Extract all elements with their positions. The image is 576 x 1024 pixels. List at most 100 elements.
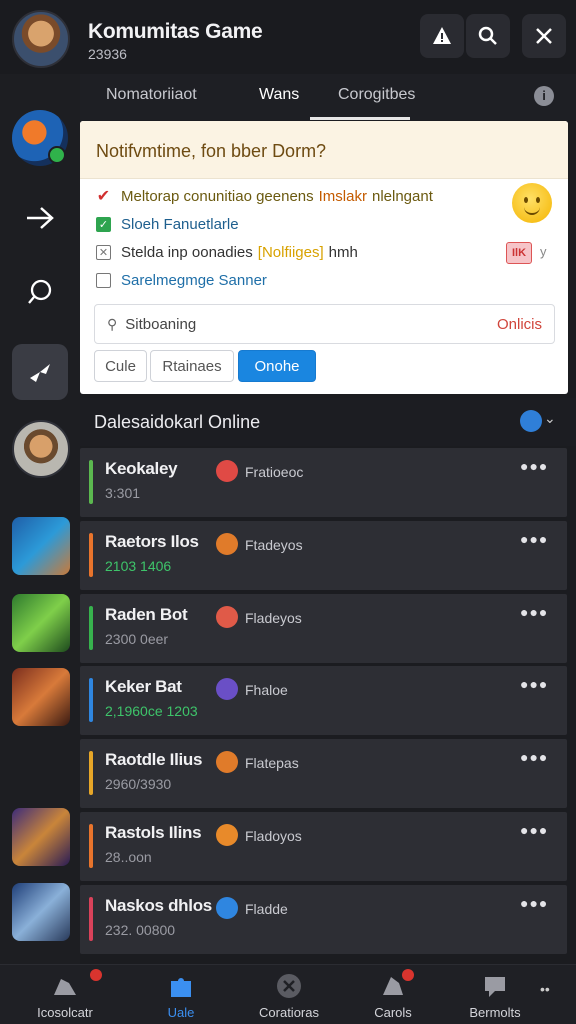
player-name: Raetors Ilos xyxy=(105,532,199,551)
badge-aside: y xyxy=(540,244,547,259)
player-avatar[interactable] xyxy=(12,420,70,478)
tab-notifications[interactable]: Nomatoriiaot xyxy=(106,86,197,104)
search-icon xyxy=(478,26,497,45)
badge: IlK xyxy=(506,242,532,264)
nav-item-bermolts[interactable]: Bermolts xyxy=(440,965,550,1024)
option-label: Stelda inp oonadies xyxy=(121,243,253,261)
rail-games-button[interactable] xyxy=(12,344,68,400)
tab-categories[interactable]: Corogitbes xyxy=(338,86,415,104)
rail-chat-button[interactable] xyxy=(12,264,68,320)
status-bar xyxy=(89,533,93,577)
info-icon[interactable]: i xyxy=(534,86,554,106)
online-indicator xyxy=(48,146,66,164)
player-name: Keker Bat xyxy=(105,677,182,696)
search-field[interactable]: ⚲ Sitboaning Onlicis xyxy=(94,304,555,344)
player-avatar[interactable] xyxy=(12,883,70,941)
more-icon[interactable]: ●●● xyxy=(520,458,548,474)
plane-icon xyxy=(30,364,50,382)
community-avatar[interactable] xyxy=(12,10,70,68)
rail-forward-button[interactable] xyxy=(12,190,68,246)
player-status: Fhaloe xyxy=(245,682,288,698)
more-icon[interactable]: ●●● xyxy=(520,895,548,911)
player-status: Fladde xyxy=(245,901,288,917)
status-icon xyxy=(216,751,238,773)
checkbox-mixed[interactable]: ✕ xyxy=(96,244,111,260)
option-sloeh[interactable]: ✓ Sloeh Fanuetlarle xyxy=(96,213,239,235)
player-status: Flatepas xyxy=(245,755,299,771)
status-icon xyxy=(216,533,238,555)
close-button[interactable] xyxy=(522,14,566,58)
notification-badge xyxy=(90,969,102,981)
status-icon xyxy=(216,824,238,846)
player-avatar[interactable] xyxy=(12,517,70,575)
status-bar xyxy=(89,751,93,795)
option-tail: hmh xyxy=(328,243,358,261)
smiley-icon xyxy=(512,183,552,223)
status-bar xyxy=(89,606,93,650)
close-icon xyxy=(536,28,552,44)
player-row[interactable]: Naskos dhlos 232. 00800 Fladde ●●● xyxy=(80,885,567,954)
option-community[interactable]: ✔ Meltorap conunitiao geenens Imslakr nl… xyxy=(96,185,433,207)
rail-game-avatar[interactable] xyxy=(12,110,68,166)
player-row[interactable]: Keker Bat 2,1960ce 1203 Fhaloe ●●● xyxy=(80,666,567,735)
player-meta: 3:301 xyxy=(105,485,141,501)
onohe-button[interactable]: Onohe xyxy=(238,350,316,382)
nav-item-home[interactable]: Icosolcatr xyxy=(10,965,120,1024)
option-label: Sarelmegmge Sanner xyxy=(121,271,267,289)
option-tail: nlelngant xyxy=(371,187,433,205)
globe-icon[interactable] xyxy=(520,410,542,432)
chat-icon xyxy=(485,977,505,997)
search-button[interactable] xyxy=(466,14,510,58)
nav-item-carols[interactable]: Carols xyxy=(338,965,448,1024)
more-dots-icon[interactable]: •• xyxy=(540,981,550,997)
player-avatar[interactable] xyxy=(12,594,70,652)
player-name: Naskos dhlos xyxy=(105,896,212,915)
tab-bar: Nomatoriiaot Wans Corogitbes i xyxy=(80,74,576,120)
rtainaes-button[interactable]: Rtainaes xyxy=(150,350,234,382)
nav-item-coratioras[interactable]: Coratioras xyxy=(234,965,344,1024)
option-highlight: [Nolfiiges] xyxy=(257,243,324,261)
checkbox-checked[interactable]: ✓ xyxy=(96,216,111,232)
more-icon[interactable]: ●●● xyxy=(520,531,548,547)
nav-label: Uale xyxy=(167,1005,195,1020)
more-icon[interactable]: ●●● xyxy=(520,676,548,692)
option-label: Sloeh Fanuetlarle xyxy=(121,215,239,233)
arrow-right-icon xyxy=(27,207,54,229)
field-action[interactable]: Onlicis xyxy=(497,316,542,333)
player-status: Fratioeoc xyxy=(245,464,304,480)
status-bar xyxy=(89,897,93,941)
active-tab-indicator xyxy=(310,117,410,120)
panel-header: Notifvmtime, fon bber Dorm? xyxy=(80,121,568,179)
nav-label: Icosolcatr xyxy=(37,1005,93,1020)
more-icon[interactable]: ●●● xyxy=(520,604,548,620)
nav-label: Bermolts xyxy=(469,1005,521,1020)
pin-icon: ⚲ xyxy=(107,315,118,332)
player-row[interactable]: Rastols Ilins 28..oon Fladoyos ●●● xyxy=(80,812,567,881)
check-icon[interactable]: ✔ xyxy=(96,188,111,205)
page-title: Komumitas Game xyxy=(88,20,263,43)
checkbox-empty[interactable] xyxy=(96,272,111,288)
option-stelda[interactable]: ✕ Stelda inp oonadies [Nolfiiges] hmh xyxy=(96,241,358,263)
option-sarelmegmge[interactable]: Sarelmegmge Sanner xyxy=(96,269,267,291)
player-row[interactable]: Raotdle Ilius 2960/3930 Flatepas ●●● xyxy=(80,739,567,808)
alert-button[interactable] xyxy=(420,14,464,58)
nav-item-uale[interactable]: Uale xyxy=(126,965,236,1024)
player-name: Raotdle Ilius xyxy=(105,750,203,769)
chevron-down-icon[interactable]: ⌄ xyxy=(544,410,556,427)
player-row[interactable]: Keokaley 3:301 Fratioeoc ●●● xyxy=(80,448,567,517)
chat-bubble-icon xyxy=(28,279,52,304)
game-icon xyxy=(54,979,76,995)
cule-button[interactable]: Cule xyxy=(94,350,147,382)
player-meta: 2103 1406 xyxy=(105,558,172,574)
player-avatar[interactable] xyxy=(12,668,70,726)
option-highlight: Imslakr xyxy=(318,187,367,205)
status-bar xyxy=(89,460,93,504)
player-row[interactable]: Raetors Ilos 2103 1406 Ftadeyos ●●● xyxy=(80,521,567,590)
player-avatar[interactable] xyxy=(12,808,70,866)
more-icon[interactable]: ●●● xyxy=(520,749,548,765)
player-row[interactable]: Raden Bot 2300 0eer Fladeyos ●●● xyxy=(80,594,567,663)
more-icon[interactable]: ●●● xyxy=(520,822,548,838)
player-name: Rastols Ilins xyxy=(105,823,202,842)
notification-panel: Notifvmtime, fon bber Dorm? ✔ Meltorap c… xyxy=(80,121,568,394)
tab-wans[interactable]: Wans xyxy=(259,86,299,104)
